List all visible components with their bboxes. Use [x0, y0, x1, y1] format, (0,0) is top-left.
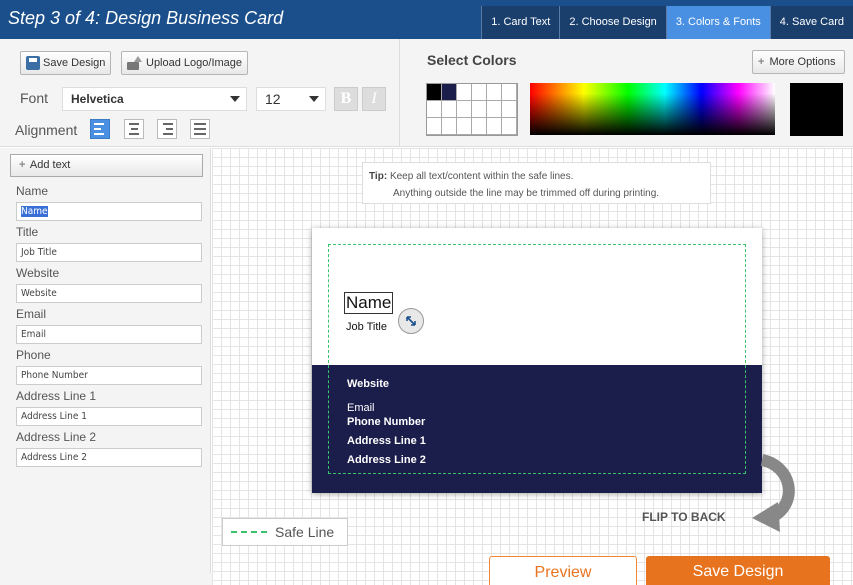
- color-swatch[interactable]: [427, 84, 442, 101]
- address-line-2-label: Address Line 2: [16, 430, 97, 444]
- color-swatch[interactable]: [472, 118, 487, 135]
- font-select[interactable]: Helvetica: [62, 87, 247, 111]
- website-field[interactable]: Website: [16, 284, 202, 303]
- save-icon: [26, 56, 40, 70]
- panel-footer: [0, 573, 212, 585]
- tab-card-text[interactable]: 1. Card Text: [481, 6, 560, 39]
- alignment-label: Alignment: [15, 122, 78, 138]
- color-swatch[interactable]: [442, 84, 457, 101]
- color-swatch[interactable]: [472, 84, 487, 101]
- email-label: Email: [16, 307, 47, 321]
- safe-line-legend: Safe Line: [222, 518, 348, 546]
- tab-save-card[interactable]: 4. Save Card: [769, 6, 853, 39]
- align-right-button[interactable]: [157, 119, 177, 139]
- business-card-preview: Name Job Title Website Email Phone Numbe…: [312, 228, 762, 493]
- safe-line-legend-label: Safe Line: [275, 524, 335, 540]
- website-label: Website: [16, 266, 60, 280]
- italic-button[interactable]: I: [362, 87, 386, 111]
- dashed-line-icon: [231, 531, 267, 533]
- page-title: Step 3 of 4: Design Business Card: [8, 8, 284, 28]
- preview-button[interactable]: Preview: [489, 556, 637, 585]
- name-label: Name: [16, 184, 49, 198]
- address-line-1-field[interactable]: Address Line 1: [16, 407, 202, 426]
- color-swatch[interactable]: [487, 84, 502, 101]
- card-phone-text[interactable]: Phone Number: [347, 416, 425, 428]
- save-design-button[interactable]: Save Design: [20, 51, 112, 75]
- current-color-preview: [790, 83, 843, 136]
- align-left-button[interactable]: [90, 119, 110, 139]
- color-swatch[interactable]: [502, 84, 517, 101]
- email-field[interactable]: Email: [16, 325, 202, 344]
- address-line-1-label: Address Line 1: [16, 389, 97, 403]
- font-label: Font: [20, 90, 49, 106]
- more-options-button[interactable]: + More Options: [752, 50, 845, 74]
- flip-to-back-button[interactable]: FLIP TO BACK: [642, 510, 726, 524]
- bold-button[interactable]: B: [334, 87, 358, 111]
- plus-icon: +: [758, 56, 765, 68]
- card-name-text[interactable]: Name: [344, 292, 394, 314]
- align-justify-button[interactable]: [190, 119, 210, 139]
- chevron-down-icon: [309, 96, 319, 102]
- name-field[interactable]: Name: [16, 202, 202, 221]
- save-design-label: Save Design: [43, 57, 106, 69]
- phone-field[interactable]: Phone Number: [16, 366, 202, 385]
- title-label: Title: [16, 225, 39, 239]
- color-swatch[interactable]: [487, 118, 502, 135]
- upload-logo-label: Upload Logo/Image: [146, 57, 243, 69]
- more-options-label: More Options: [769, 56, 836, 68]
- phone-label: Phone: [16, 348, 51, 362]
- tab-choose-design[interactable]: 2. Choose Design: [559, 6, 666, 39]
- toolbar: Save Design Upload Logo/Image Font Helve…: [0, 39, 853, 147]
- save-design-main-button[interactable]: Save Design: [646, 556, 830, 585]
- color-swatch[interactable]: [457, 84, 472, 101]
- step-tabs: 1. Card Text 2. Choose Design 3. Colors …: [481, 6, 853, 39]
- color-swatch[interactable]: [472, 101, 487, 118]
- design-canvas: Tip: Keep all text/content within the sa…: [212, 148, 853, 585]
- card-title-text[interactable]: Job Title: [346, 321, 387, 333]
- add-text-button[interactable]: + Add text: [10, 154, 203, 177]
- color-swatch[interactable]: [457, 101, 472, 118]
- tab-colors-fonts[interactable]: 3. Colors & Fonts: [665, 6, 770, 39]
- card-address-2-text[interactable]: Address Line 2: [347, 454, 426, 466]
- font-size-value: 12: [265, 91, 281, 107]
- color-swatch[interactable]: [487, 101, 502, 118]
- upload-logo-button[interactable]: Upload Logo/Image: [121, 51, 249, 75]
- upload-image-icon: [127, 56, 143, 70]
- card-email-text[interactable]: Email: [347, 402, 375, 414]
- tip-label: Tip:: [369, 171, 388, 182]
- align-center-button[interactable]: [124, 119, 144, 139]
- add-text-label: Add text: [29, 159, 71, 171]
- card-address-1-text[interactable]: Address Line 1: [347, 435, 426, 447]
- text-fields-panel: + Add text Name Name Title Job Title Web…: [0, 148, 211, 585]
- title-field[interactable]: Job Title: [16, 243, 202, 262]
- tip-line-1: Keep all text/content within the safe li…: [389, 171, 574, 182]
- card-website-text[interactable]: Website: [347, 378, 389, 390]
- color-swatch[interactable]: [442, 118, 457, 135]
- select-colors-heading: Select Colors: [427, 52, 517, 68]
- tip-box: Tip: Keep all text/content within the sa…: [362, 162, 711, 204]
- flip-arrow-icon[interactable]: [722, 452, 802, 532]
- color-panel: Select Colors + More Options: [401, 39, 853, 147]
- font-size-select[interactable]: 12: [256, 87, 326, 111]
- color-spectrum-picker[interactable]: [530, 83, 775, 135]
- color-swatch[interactable]: [502, 101, 517, 118]
- chevron-down-icon: [230, 96, 240, 102]
- resize-handle-icon[interactable]: [398, 308, 424, 334]
- color-swatch[interactable]: [427, 101, 442, 118]
- color-swatch-grid: [426, 83, 518, 136]
- tip-line-2: Anything outside the line may be trimmed…: [393, 188, 660, 199]
- font-select-value: Helvetica: [71, 92, 124, 106]
- address-line-2-field[interactable]: Address Line 2: [16, 448, 202, 467]
- text-format-panel: Save Design Upload Logo/Image Font Helve…: [0, 39, 400, 147]
- color-swatch[interactable]: [427, 118, 442, 135]
- color-swatch[interactable]: [442, 101, 457, 118]
- plus-icon: +: [19, 159, 26, 171]
- name-field-value: Name: [21, 206, 48, 217]
- color-swatch[interactable]: [502, 118, 517, 135]
- color-swatch[interactable]: [457, 118, 472, 135]
- header-bar: Step 3 of 4: Design Business Card 1. Car…: [0, 0, 853, 39]
